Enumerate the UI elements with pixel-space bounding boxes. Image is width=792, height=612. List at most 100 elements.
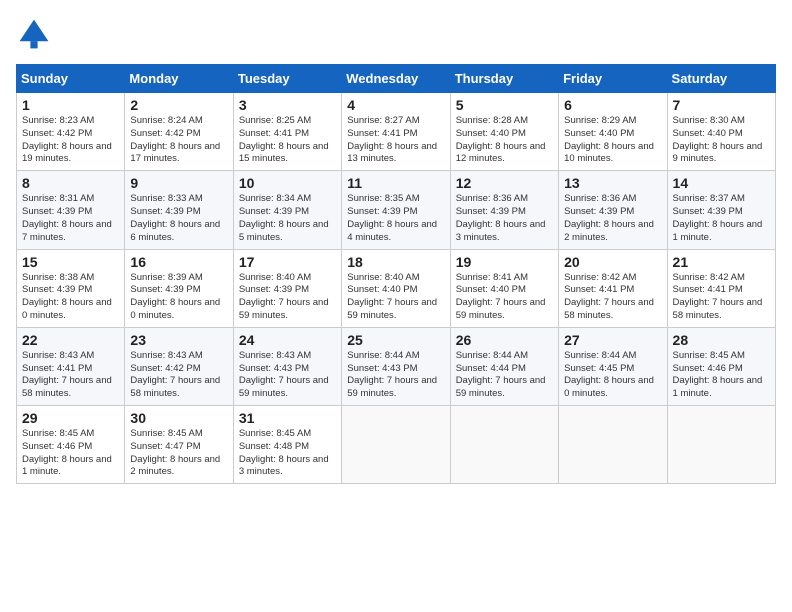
logo [16,16,56,52]
calendar-cell: 2 Sunrise: 8:24 AM Sunset: 4:42 PM Daylig… [125,93,233,171]
day-info: Sunrise: 8:27 AM Sunset: 4:41 PM Dayligh… [347,115,444,166]
calendar-cell: 9 Sunrise: 8:33 AM Sunset: 4:39 PM Daylig… [125,171,233,249]
calendar-cell: 27 Sunrise: 8:44 AM Sunset: 4:45 PM Dayli… [559,327,667,405]
day-info: Sunrise: 8:31 AM Sunset: 4:39 PM Dayligh… [22,193,119,244]
calendar-cell: 22 Sunrise: 8:43 AM Sunset: 4:41 PM Dayli… [17,327,125,405]
day-info: Sunrise: 8:39 AM Sunset: 4:39 PM Dayligh… [130,272,227,323]
weekday-header-wednesday: Wednesday [342,65,450,93]
day-number: 23 [130,332,227,348]
day-info: Sunrise: 8:43 AM Sunset: 4:42 PM Dayligh… [130,350,227,401]
day-info: Sunrise: 8:35 AM Sunset: 4:39 PM Dayligh… [347,193,444,244]
calendar-cell: 17 Sunrise: 8:40 AM Sunset: 4:39 PM Dayli… [233,249,341,327]
calendar-cell: 6 Sunrise: 8:29 AM Sunset: 4:40 PM Daylig… [559,93,667,171]
day-info: Sunrise: 8:36 AM Sunset: 4:39 PM Dayligh… [564,193,661,244]
day-number: 22 [22,332,119,348]
day-number: 8 [22,175,119,191]
calendar-cell: 7Sunrise: 8:30 AM Sunset: 4:40 PM Daylig… [667,93,775,171]
day-info: Sunrise: 8:42 AM Sunset: 4:41 PM Dayligh… [564,272,661,323]
calendar-cell: 13 Sunrise: 8:36 AM Sunset: 4:39 PM Dayli… [559,171,667,249]
weekday-row: SundayMondayTuesdayWednesdayThursdayFrid… [17,65,776,93]
day-number: 3 [239,97,336,113]
day-number: 21 [673,254,770,270]
day-number: 28 [673,332,770,348]
calendar-cell: 25Sunrise: 8:44 AM Sunset: 4:43 PM Dayli… [342,327,450,405]
day-number: 5 [456,97,553,113]
day-number: 25 [347,332,444,348]
calendar-week-1: 1 Sunrise: 8:23 AM Sunset: 4:42 PM Daylig… [17,93,776,171]
day-info: Sunrise: 8:45 AM Sunset: 4:46 PM Dayligh… [673,350,770,401]
day-info: Sunrise: 8:44 AM Sunset: 4:45 PM Dayligh… [564,350,661,401]
day-number: 17 [239,254,336,270]
day-number: 18 [347,254,444,270]
calendar-cell: 3 Sunrise: 8:25 AM Sunset: 4:41 PM Daylig… [233,93,341,171]
day-number: 20 [564,254,661,270]
calendar-cell [450,406,558,484]
calendar-cell: 12 Sunrise: 8:36 AM Sunset: 4:39 PM Dayli… [450,171,558,249]
day-info: Sunrise: 8:40 AM Sunset: 4:40 PM Dayligh… [347,272,444,323]
logo-icon [16,16,52,52]
day-info: Sunrise: 8:43 AM Sunset: 4:43 PM Dayligh… [239,350,336,401]
calendar-cell: 8 Sunrise: 8:31 AM Sunset: 4:39 PM Daylig… [17,171,125,249]
day-info: Sunrise: 8:44 AM Sunset: 4:44 PM Dayligh… [456,350,553,401]
calendar-cell: 26 Sunrise: 8:44 AM Sunset: 4:44 PM Dayli… [450,327,558,405]
calendar-cell [342,406,450,484]
day-number: 10 [239,175,336,191]
day-number: 19 [456,254,553,270]
calendar-header: SundayMondayTuesdayWednesdayThursdayFrid… [17,65,776,93]
calendar-cell: 14 Sunrise: 8:37 AM Sunset: 4:39 PM Dayli… [667,171,775,249]
day-info: Sunrise: 8:34 AM Sunset: 4:39 PM Dayligh… [239,193,336,244]
day-info: Sunrise: 8:23 AM Sunset: 4:42 PM Dayligh… [22,115,119,166]
day-number: 12 [456,175,553,191]
calendar-body: 1 Sunrise: 8:23 AM Sunset: 4:42 PM Daylig… [17,93,776,484]
calendar-cell [667,406,775,484]
day-info: Sunrise: 8:42 AM Sunset: 4:41 PM Dayligh… [673,272,770,323]
calendar-cell: 31Sunrise: 8:45 AM Sunset: 4:48 PM Dayli… [233,406,341,484]
day-info: Sunrise: 8:33 AM Sunset: 4:39 PM Dayligh… [130,193,227,244]
day-number: 24 [239,332,336,348]
calendar-cell: 24 Sunrise: 8:43 AM Sunset: 4:43 PM Dayli… [233,327,341,405]
calendar-cell: 30 Sunrise: 8:45 AM Sunset: 4:47 PM Dayli… [125,406,233,484]
day-info: Sunrise: 8:25 AM Sunset: 4:41 PM Dayligh… [239,115,336,166]
day-info: Sunrise: 8:24 AM Sunset: 4:42 PM Dayligh… [130,115,227,166]
day-number: 27 [564,332,661,348]
day-number: 14 [673,175,770,191]
calendar-week-5: 29 Sunrise: 8:45 AM Sunset: 4:46 PM Dayli… [17,406,776,484]
day-info: Sunrise: 8:45 AM Sunset: 4:47 PM Dayligh… [130,428,227,479]
day-number: 30 [130,410,227,426]
day-info: Sunrise: 8:43 AM Sunset: 4:41 PM Dayligh… [22,350,119,401]
calendar-table: SundayMondayTuesdayWednesdayThursdayFrid… [16,64,776,484]
calendar-cell: 5Sunrise: 8:28 AM Sunset: 4:40 PM Daylig… [450,93,558,171]
calendar-cell: 21 Sunrise: 8:42 AM Sunset: 4:41 PM Dayli… [667,249,775,327]
day-number: 16 [130,254,227,270]
weekday-header-thursday: Thursday [450,65,558,93]
day-info: Sunrise: 8:45 AM Sunset: 4:46 PM Dayligh… [22,428,119,479]
day-number: 11 [347,175,444,191]
day-number: 1 [22,97,119,113]
calendar-cell [559,406,667,484]
weekday-header-saturday: Saturday [667,65,775,93]
calendar-cell: 19 Sunrise: 8:41 AM Sunset: 4:40 PM Dayli… [450,249,558,327]
day-info: Sunrise: 8:37 AM Sunset: 4:39 PM Dayligh… [673,193,770,244]
day-number: 29 [22,410,119,426]
day-info: Sunrise: 8:29 AM Sunset: 4:40 PM Dayligh… [564,115,661,166]
calendar-week-3: 15Sunrise: 8:38 AM Sunset: 4:39 PM Dayli… [17,249,776,327]
page-header [16,16,776,52]
calendar-cell: 29 Sunrise: 8:45 AM Sunset: 4:46 PM Dayli… [17,406,125,484]
day-number: 26 [456,332,553,348]
day-info: Sunrise: 8:45 AM Sunset: 4:48 PM Dayligh… [239,428,336,479]
day-number: 9 [130,175,227,191]
day-number: 2 [130,97,227,113]
weekday-header-sunday: Sunday [17,65,125,93]
day-info: Sunrise: 8:36 AM Sunset: 4:39 PM Dayligh… [456,193,553,244]
calendar-cell: 16 Sunrise: 8:39 AM Sunset: 4:39 PM Dayli… [125,249,233,327]
weekday-header-tuesday: Tuesday [233,65,341,93]
day-number: 13 [564,175,661,191]
weekday-header-monday: Monday [125,65,233,93]
calendar-cell: 10 Sunrise: 8:34 AM Sunset: 4:39 PM Dayli… [233,171,341,249]
day-info: Sunrise: 8:30 AM Sunset: 4:40 PM Dayligh… [673,115,770,166]
day-number: 6 [564,97,661,113]
calendar-cell: 1 Sunrise: 8:23 AM Sunset: 4:42 PM Daylig… [17,93,125,171]
day-info: Sunrise: 8:41 AM Sunset: 4:40 PM Dayligh… [456,272,553,323]
calendar-cell: 18 Sunrise: 8:40 AM Sunset: 4:40 PM Dayli… [342,249,450,327]
day-info: Sunrise: 8:40 AM Sunset: 4:39 PM Dayligh… [239,272,336,323]
